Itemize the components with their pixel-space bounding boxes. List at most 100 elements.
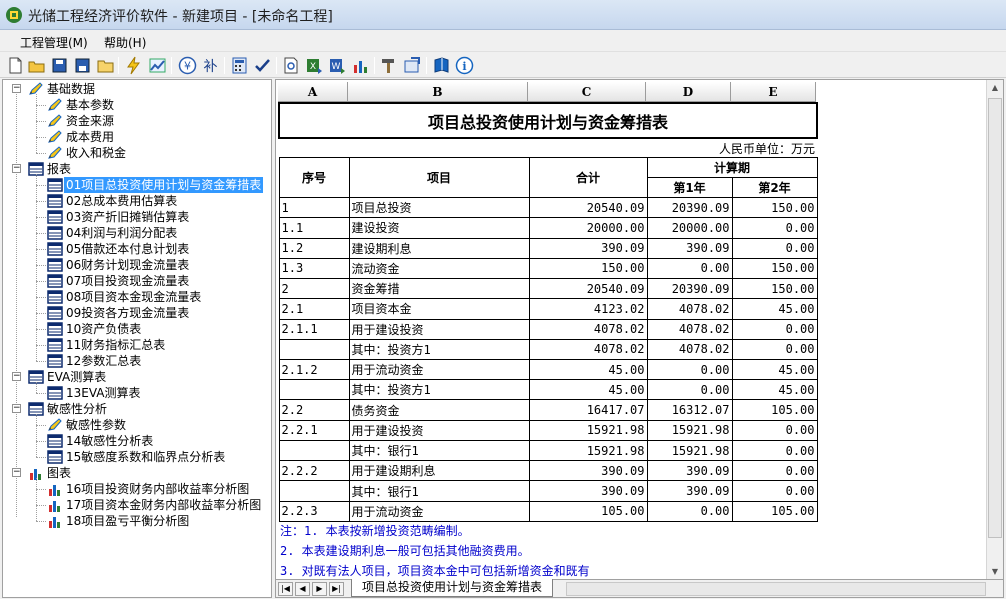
first-sheet-icon[interactable]: |◀ <box>278 582 293 596</box>
new-file-icon[interactable] <box>6 56 25 75</box>
cell-year1[interactable]: 4078.02 <box>646 298 733 320</box>
cell-total[interactable]: 4078.02 <box>528 318 648 340</box>
cell-year2[interactable]: 0.00 <box>731 338 818 360</box>
tree-group[interactable]: − EVA测算表 <box>3 369 271 385</box>
collapse-icon[interactable]: − <box>12 404 21 413</box>
chart-line-icon[interactable] <box>148 56 167 75</box>
cell-total[interactable]: 15921.98 <box>528 419 648 441</box>
cell-item[interactable]: 用于流动资金 <box>348 500 530 523</box>
cell-year2[interactable]: 0.00 <box>731 480 818 502</box>
tree-item[interactable]: 15敏感度系数和临界点分析表 <box>3 449 271 465</box>
cell-total[interactable]: 390.09 <box>528 237 648 259</box>
cell-seq[interactable]: 2.2 <box>278 399 350 421</box>
cell-year2[interactable]: 0.00 <box>731 237 818 259</box>
cell-year1[interactable]: 15921.98 <box>646 419 733 441</box>
folder-icon[interactable] <box>96 56 115 75</box>
currency-icon[interactable]: ¥ <box>178 56 197 75</box>
tree-item[interactable]: 11财务指标汇总表 <box>3 337 271 353</box>
cell-item[interactable]: 债务资金 <box>348 399 530 421</box>
tree-item[interactable]: 04利润与利润分配表 <box>3 225 271 241</box>
cell-total[interactable]: 20540.09 <box>528 278 648 300</box>
cell-seq[interactable]: 1.1 <box>278 217 350 239</box>
cell-year2[interactable]: 150.00 <box>731 257 818 280</box>
cell-year1[interactable]: 20000.00 <box>646 217 733 239</box>
cell-year1[interactable]: 0.00 <box>646 358 733 381</box>
cell-item[interactable]: 其中：投资方1 <box>348 338 530 360</box>
column-header-c[interactable]: C <box>528 82 646 102</box>
preview-icon[interactable] <box>282 56 301 75</box>
cell-item[interactable]: 其中：银行1 <box>348 439 530 462</box>
cell-item[interactable]: 用于建设投资 <box>348 318 530 340</box>
save-icon[interactable] <box>50 56 69 75</box>
cell-seq[interactable]: 1.3 <box>278 257 350 280</box>
cell-total[interactable]: 20540.09 <box>528 197 648 219</box>
cell-total[interactable]: 105.00 <box>528 500 648 523</box>
tree-item[interactable]: 18项目盈亏平衡分析图 <box>3 513 271 529</box>
cell-year1[interactable]: 20390.09 <box>646 278 733 300</box>
tree-item[interactable]: 01项目总投资使用计划与资金筹措表 <box>3 177 271 193</box>
people-icon[interactable]: 补 <box>201 56 220 75</box>
horizontal-scrollbar[interactable] <box>566 582 986 596</box>
cell-seq[interactable] <box>278 480 350 502</box>
cell-year1[interactable]: 390.09 <box>646 460 733 482</box>
cell-total[interactable]: 390.09 <box>528 480 648 502</box>
bar-chart-icon[interactable] <box>351 56 370 75</box>
cell-year2[interactable]: 0.00 <box>731 439 818 462</box>
cell-total[interactable]: 390.09 <box>528 460 648 482</box>
tree-item[interactable]: 基本参数 <box>3 97 271 113</box>
cell-item[interactable]: 其中：投资方1 <box>348 379 530 401</box>
column-header-d[interactable]: D <box>646 82 731 102</box>
cell-year2[interactable]: 0.00 <box>731 318 818 340</box>
cell-seq[interactable]: 1 <box>278 197 350 219</box>
cell-item[interactable]: 其中：银行1 <box>348 480 530 502</box>
cell-seq[interactable]: 1.2 <box>278 237 350 259</box>
cell-seq[interactable]: 2.1 <box>278 298 350 320</box>
tree-group[interactable]: − 敏感性分析 <box>3 401 271 417</box>
scroll-down-icon[interactable]: ▼ <box>987 564 1003 580</box>
cell-seq[interactable] <box>278 439 350 462</box>
tree-item[interactable]: 资金来源 <box>3 113 271 129</box>
column-header-b[interactable]: B <box>348 82 528 102</box>
cell-seq[interactable]: 2.2.1 <box>278 419 350 441</box>
scroll-thumb[interactable] <box>988 98 1002 538</box>
cell-year2[interactable]: 0.00 <box>731 217 818 239</box>
tree-item[interactable]: 10资产负债表 <box>3 321 271 337</box>
cell-total[interactable]: 16417.07 <box>528 399 648 421</box>
last-sheet-icon[interactable]: ▶| <box>329 582 344 596</box>
cell-year1[interactable]: 20390.09 <box>646 197 733 219</box>
column-header-e[interactable]: E <box>731 82 816 102</box>
tree-group[interactable]: − 图表 <box>3 465 271 481</box>
book-icon[interactable] <box>432 56 451 75</box>
tree-item[interactable]: 16项目投资财务内部收益率分析图 <box>3 481 271 497</box>
check-icon[interactable] <box>253 56 272 75</box>
lightning-icon[interactable] <box>124 56 143 75</box>
cell-item[interactable]: 用于流动资金 <box>348 358 530 381</box>
cell-item[interactable]: 项目资本金 <box>348 298 530 320</box>
cell-item[interactable]: 用于建设期利息 <box>348 460 530 482</box>
tree-group[interactable]: − 基础数据 <box>3 81 271 97</box>
cell-year2[interactable]: 0.00 <box>731 460 818 482</box>
save-all-icon[interactable] <box>73 56 92 75</box>
tree-item[interactable]: 12参数汇总表 <box>3 353 271 369</box>
cell-seq[interactable]: 2.1.2 <box>278 358 350 381</box>
tree-item[interactable]: 03资产折旧摊销估算表 <box>3 209 271 225</box>
cell-year1[interactable]: 0.00 <box>646 500 733 523</box>
tree-item[interactable]: 13EVA测算表 <box>3 385 271 401</box>
export-excel-icon[interactable]: X <box>305 56 324 75</box>
cell-year2[interactable]: 105.00 <box>731 500 818 523</box>
cell-year1[interactable]: 0.00 <box>646 379 733 401</box>
tree-item[interactable]: 收入和税金 <box>3 145 271 161</box>
cell-seq[interactable]: 2.1.1 <box>278 318 350 340</box>
column-header-a[interactable]: A <box>278 82 348 102</box>
cell-total[interactable]: 45.00 <box>528 379 648 401</box>
cell-total[interactable]: 45.00 <box>528 358 648 381</box>
cell-total[interactable]: 4078.02 <box>528 338 648 360</box>
cell-year1[interactable]: 390.09 <box>646 237 733 259</box>
cell-item[interactable]: 流动资金 <box>348 257 530 280</box>
cell-item[interactable]: 建设投资 <box>348 217 530 239</box>
tree-item[interactable]: 06财务计划现金流量表 <box>3 257 271 273</box>
collapse-icon[interactable]: − <box>12 164 21 173</box>
tree-item[interactable]: 05借款还本付息计划表 <box>3 241 271 257</box>
cell-year1[interactable]: 0.00 <box>646 257 733 280</box>
collapse-icon[interactable]: − <box>12 372 21 381</box>
